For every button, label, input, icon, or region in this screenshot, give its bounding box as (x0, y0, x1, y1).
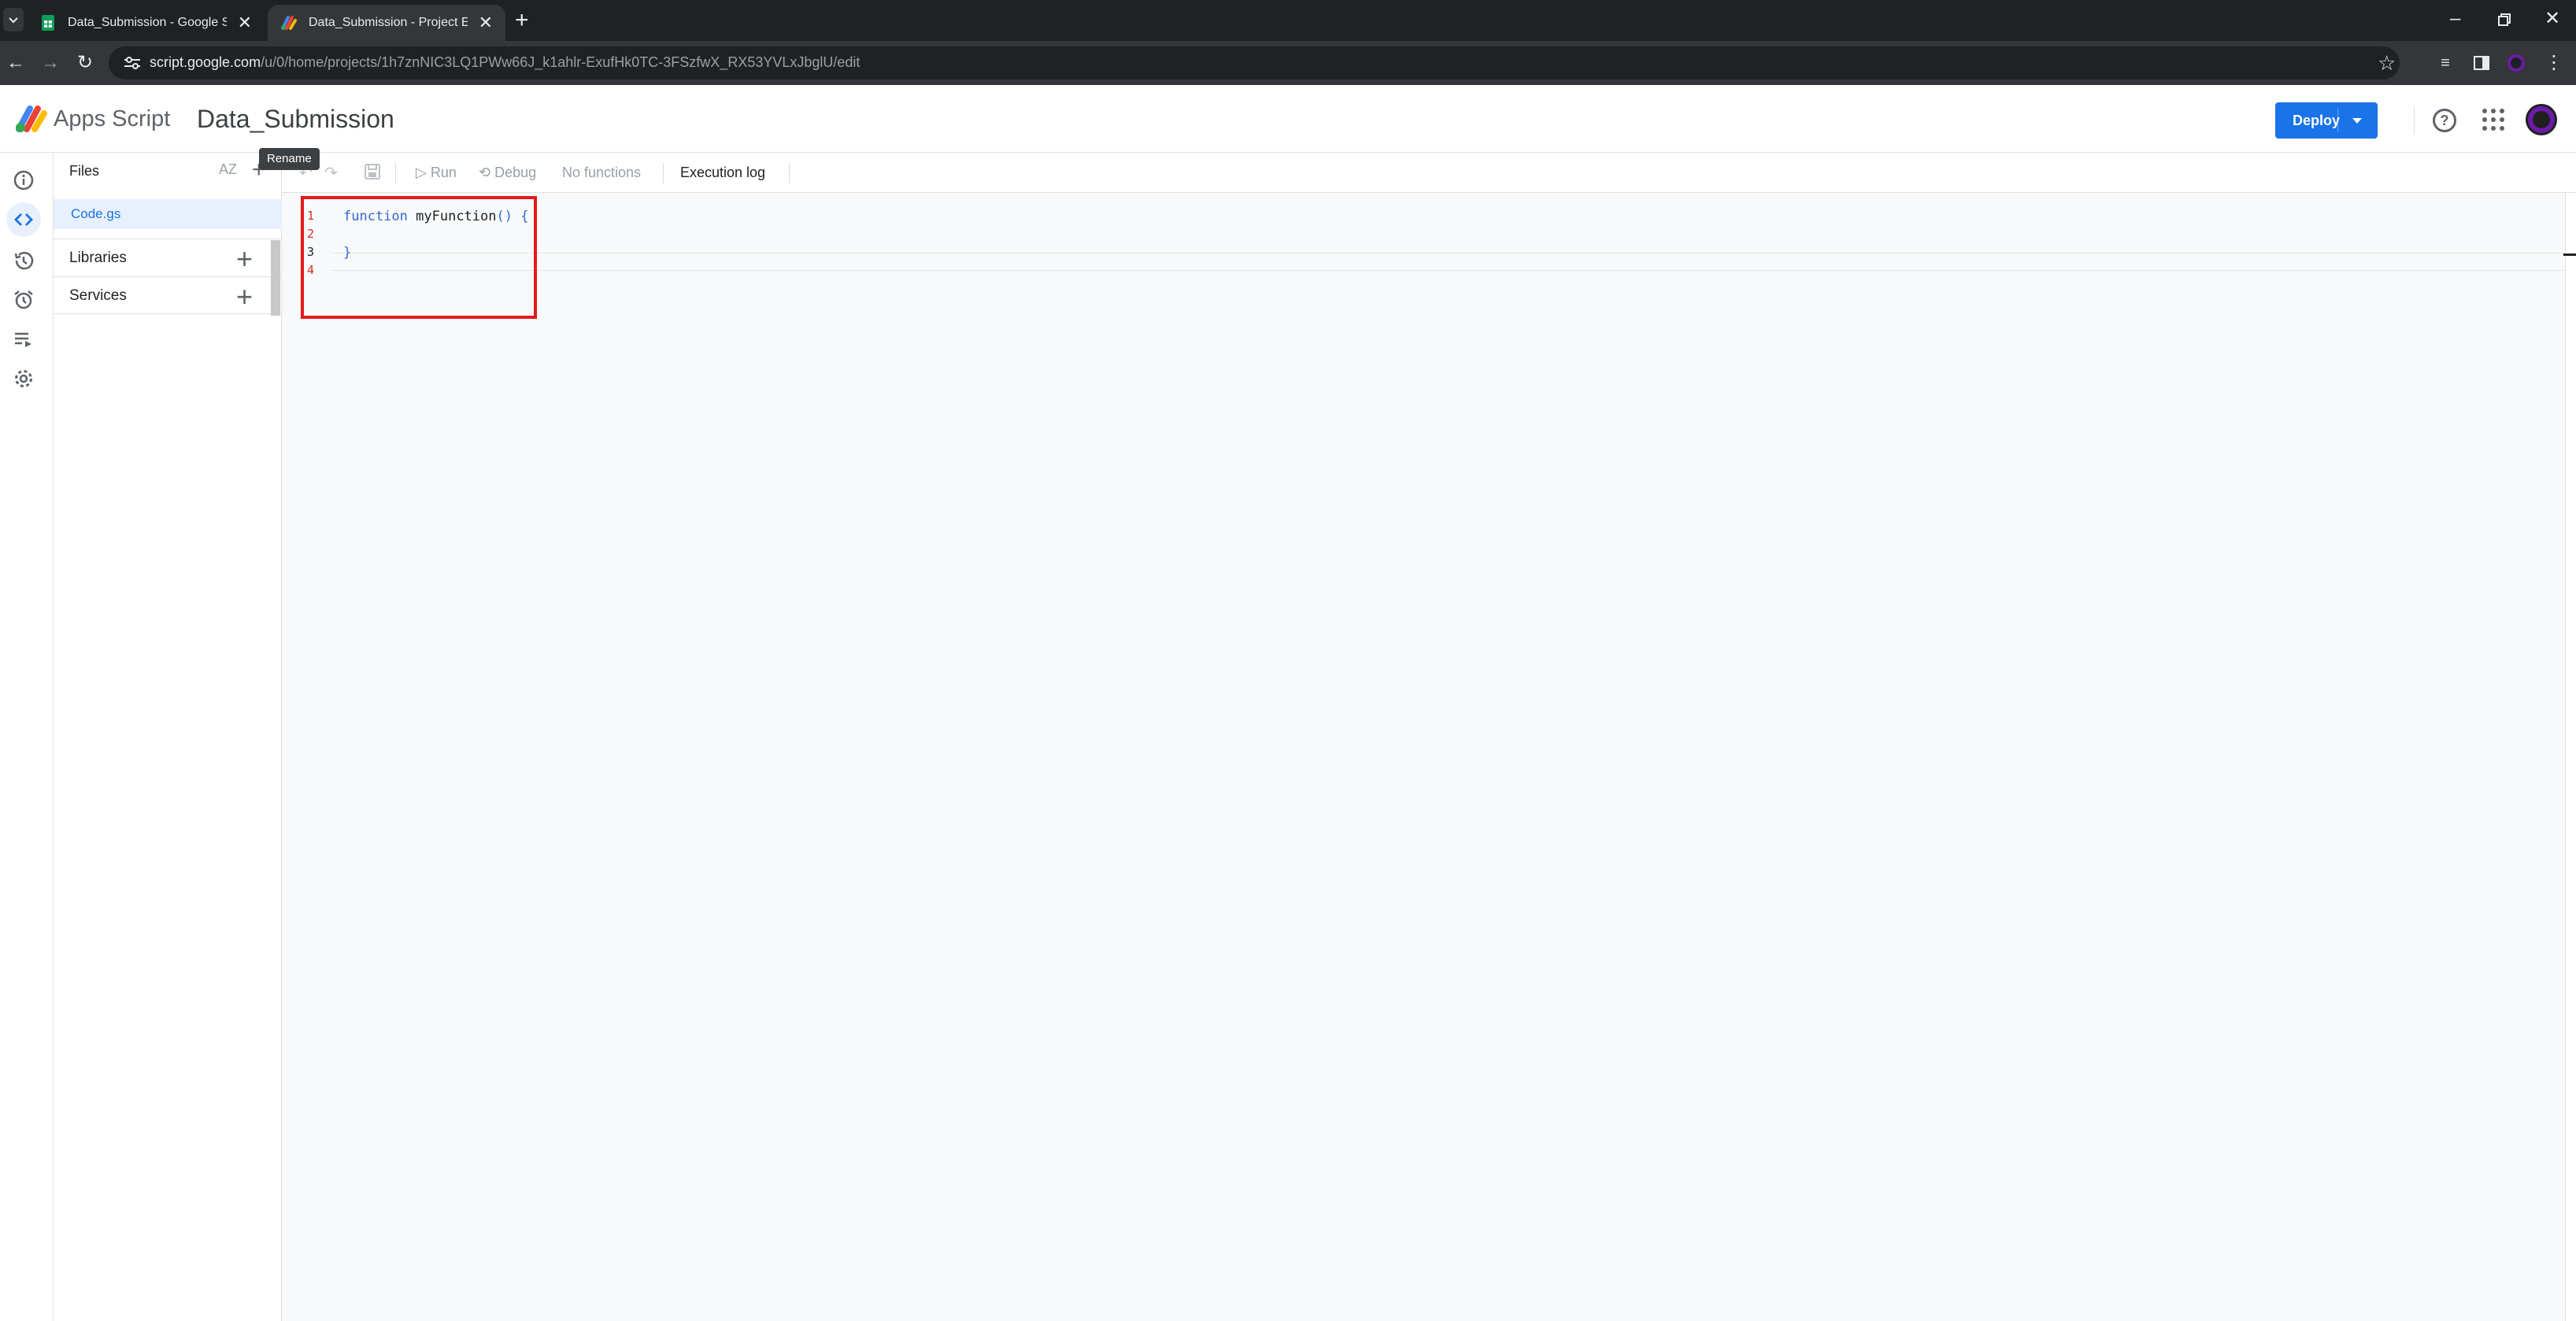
back-icon[interactable]: ← (3, 50, 28, 76)
run-label: Run (430, 165, 457, 180)
close-tab-icon[interactable]: ✕ (238, 14, 252, 31)
omnibox[interactable]: script.google.com/u/0/home/projects/1h7z… (109, 46, 2400, 80)
reading-list-icon[interactable]: ≡ (2433, 50, 2458, 76)
files-scrollbar[interactable] (271, 240, 280, 316)
toolbar-divider (789, 163, 790, 183)
project-settings-nav[interactable] (11, 366, 36, 391)
restore-icon[interactable] (2497, 6, 2511, 39)
code-icon (14, 213, 33, 226)
files-panel: Files AZ + Code.gs Libraries + Services … (54, 154, 282, 1321)
close-tab-icon[interactable]: ✕ (479, 14, 493, 31)
url-path: /u/0/home/projects/1h7znNIC3LQ1PWw66J_k1… (261, 54, 861, 70)
site-settings-icon[interactable] (123, 54, 142, 72)
sort-az-icon[interactable]: AZ (219, 161, 237, 178)
app-name[interactable]: Apps Script (54, 106, 170, 132)
current-line-highlight (331, 253, 2565, 271)
code-editor[interactable]: 1 2 3 4 function myFunction() { } (282, 193, 2565, 1321)
debug-button[interactable]: ⟲ Debug (479, 165, 536, 181)
services-label: Services (69, 287, 127, 304)
apps-script-header: Apps Script Data_Submission Deploy ? (0, 85, 2576, 153)
chevron-down-icon (9, 17, 18, 24)
triggers-nav[interactable] (11, 287, 36, 313)
editor-toolbar: ↶ ↷ ▷ Run ⟲ Debug No functions Execution… (282, 154, 2576, 193)
url-host: script.google.com (150, 54, 261, 70)
new-tab-button[interactable]: + (515, 6, 529, 35)
apps-script-logo-icon[interactable] (14, 102, 50, 135)
add-library-icon[interactable]: + (236, 242, 253, 276)
url-text[interactable]: script.google.com/u/0/home/projects/1h7z… (150, 54, 860, 71)
run-button[interactable]: ▷ Run (416, 165, 457, 181)
apps-script-icon (281, 16, 297, 30)
header-divider (2414, 107, 2415, 134)
side-panel-icon[interactable] (2469, 50, 2494, 76)
function-select[interactable]: No functions (562, 165, 641, 181)
history-icon (14, 251, 34, 270)
add-service-icon[interactable]: + (236, 280, 253, 313)
google-apps-icon[interactable] (2482, 109, 2504, 131)
executions-nav[interactable] (11, 327, 36, 352)
annotation-highlight-box (301, 196, 537, 319)
bookmark-star-icon[interactable]: ☆ (2378, 51, 2396, 76)
services-section[interactable]: Services + (54, 276, 282, 314)
tab-search-button[interactable] (3, 8, 24, 31)
files-header: Files AZ + (54, 154, 282, 190)
file-name: Code.gs (71, 206, 121, 221)
files-title: Files (69, 163, 100, 179)
close-window-icon[interactable]: ✕ (2545, 6, 2560, 31)
alarm-clock-icon (14, 290, 33, 309)
tab-title: Data_Submission - Google She (68, 16, 227, 29)
file-item-code-gs[interactable]: Code.gs (54, 199, 282, 229)
tab-title: Data_Submission - Project Edit (309, 16, 468, 29)
save-icon[interactable] (364, 163, 381, 185)
gear-icon (15, 370, 32, 387)
help-icon[interactable]: ? (2433, 109, 2456, 132)
libraries-label: Libraries (69, 250, 127, 266)
deploy-divider (2337, 109, 2338, 132)
overview-nav[interactable] (11, 168, 36, 193)
forward-icon[interactable]: → (38, 50, 63, 76)
browser-address-bar: ← → ↻ script.google.com/u/0/home/project… (0, 41, 2576, 85)
deploy-button[interactable]: Deploy (2275, 102, 2378, 139)
tab-google-sheets[interactable]: Data_Submission - Google She ✕ (27, 5, 265, 41)
avatar[interactable] (2526, 104, 2557, 135)
toolbar-divider (663, 163, 664, 183)
executions-list-icon (15, 332, 31, 347)
scrollbar-cursor-marker (2563, 253, 2576, 256)
libraries-section[interactable]: Libraries + (54, 239, 282, 276)
tab-apps-script-editor[interactable]: Data_Submission - Project Edit ✕ (268, 5, 505, 41)
debug-label: Debug (494, 165, 537, 180)
profile-icon[interactable] (2504, 50, 2529, 76)
project-title[interactable]: Data_Submission (197, 105, 394, 134)
google-sheets-icon (42, 15, 54, 31)
minimize-icon[interactable]: – (2450, 6, 2460, 31)
dropdown-arrow-icon[interactable] (2352, 118, 2362, 124)
browser-tab-bar: Data_Submission - Google She ✕ Data_Subm… (0, 0, 2576, 41)
rename-tooltip: Rename (259, 148, 320, 170)
project-history-nav[interactable] (11, 248, 36, 273)
deploy-label: Deploy (2293, 112, 2341, 128)
more-menu-icon[interactable]: ⋮ (2541, 50, 2567, 76)
editor-scrollbar[interactable] (2565, 193, 2576, 1321)
info-icon (13, 170, 34, 191)
redo-icon[interactable]: ↷ (324, 163, 338, 183)
reload-icon[interactable]: ↻ (72, 50, 98, 76)
toolbar-divider (395, 163, 396, 183)
left-nav-rail (0, 154, 54, 1321)
execution-log-button[interactable]: Execution log (680, 165, 765, 181)
editor-nav[interactable] (6, 202, 41, 237)
